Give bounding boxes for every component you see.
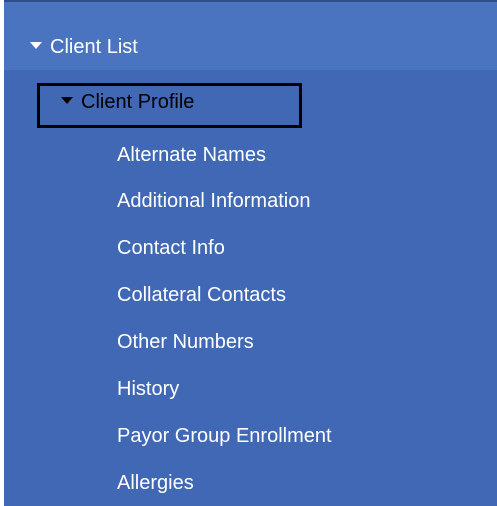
nav-subitem-contact-info[interactable]: Contact Info xyxy=(117,236,225,260)
nav-subitem-other-numbers[interactable]: Other Numbers xyxy=(117,330,254,354)
caret-down-icon xyxy=(30,42,42,50)
nav-subitem-allergies[interactable]: Allergies xyxy=(117,471,194,495)
nav-item-label: Client List xyxy=(50,36,138,58)
nav-subitem-additional-information[interactable]: Additional Information xyxy=(117,189,310,213)
nav-subitem-payor-group-enrollment[interactable]: Payor Group Enrollment xyxy=(117,424,332,448)
nav-item-client-list[interactable]: Client List xyxy=(30,35,138,59)
nav-item-client-profile[interactable]: Client Profile xyxy=(61,90,194,114)
nav-subitem-collateral-contacts[interactable]: Collateral Contacts xyxy=(117,283,286,307)
nav-subitem-history[interactable]: History xyxy=(117,377,179,401)
caret-down-icon xyxy=(61,97,73,105)
nav-item-label: Client Profile xyxy=(81,91,195,113)
navigation-panel: Client List Client Profile Alternate Nam… xyxy=(4,0,497,506)
nav-subitem-alternate-names[interactable]: Alternate Names xyxy=(117,143,266,167)
